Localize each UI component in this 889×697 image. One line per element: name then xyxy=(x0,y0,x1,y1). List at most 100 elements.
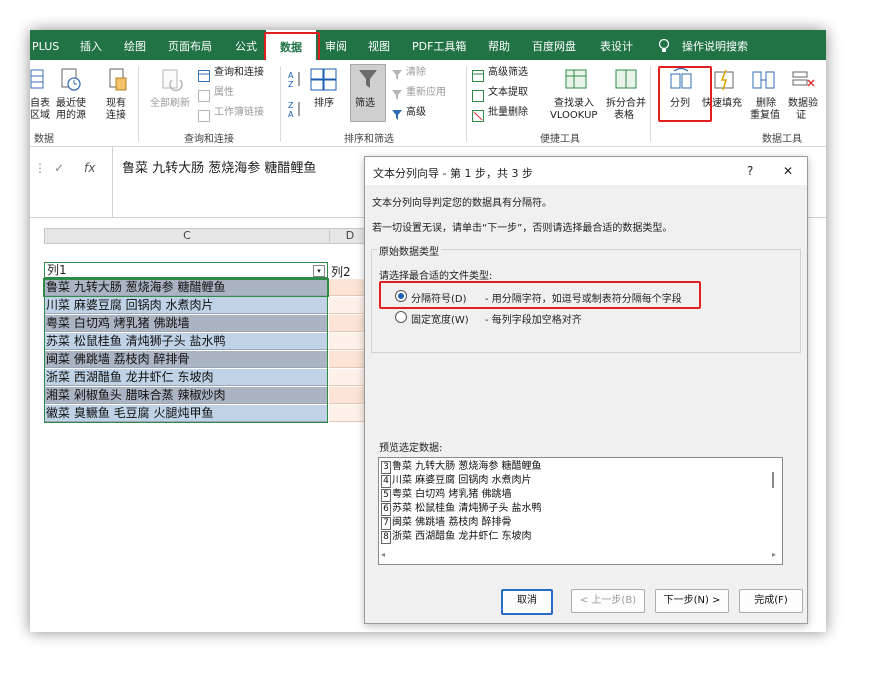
lightbulb-icon xyxy=(658,38,670,58)
cancel-entry-icon[interactable]: ⋮ xyxy=(34,161,46,175)
dialog-title: 文本分列向导 - 第 1 步，共 3 步 xyxy=(373,167,533,180)
recent-sources-label-2[interactable]: 用的源 xyxy=(56,110,86,122)
formula-bar-divider xyxy=(112,147,113,217)
tab-draw[interactable]: 绘图 xyxy=(124,30,146,60)
preview-line: 8 浙菜 西湖醋鱼 龙井虾仁 东坡肉 xyxy=(381,530,532,544)
confirm-check-icon[interactable]: ✓ xyxy=(54,161,64,175)
tab-pdf-toolbox[interactable]: PDF工具箱 xyxy=(412,30,466,60)
preview-line: 6 苏菜 松鼠桂鱼 清炖狮子头 盐水鸭 xyxy=(381,502,542,516)
fx-button[interactable]: fx xyxy=(84,161,95,175)
lookup-tool-label-2[interactable]: VLOOKUP xyxy=(550,110,597,122)
reapply-button[interactable]: 重新应用 xyxy=(406,87,446,99)
tab-insert[interactable]: 插入 xyxy=(80,30,102,60)
close-button[interactable]: ✕ xyxy=(783,164,793,178)
table-row[interactable]: 湘菜 剁椒鱼头 腊味合蒸 辣椒炒肉 xyxy=(44,387,328,404)
group-label: 原始数据类型 xyxy=(377,243,441,258)
queries-connections-button[interactable]: 查询和连接 xyxy=(214,67,264,79)
remove-duplicates-label-1[interactable]: 删除 xyxy=(756,98,776,110)
tab-view[interactable]: 视图 xyxy=(368,30,390,60)
tab-page-layout[interactable]: 页面布局 xyxy=(168,30,212,60)
horizontal-scrollbar[interactable]: ◂ ▸ xyxy=(381,550,776,562)
svg-text:Z: Z xyxy=(288,101,294,110)
filter-dropdown-icon[interactable]: ▾ xyxy=(313,265,325,277)
lookup-icon xyxy=(564,68,588,96)
text-extract-tool[interactable]: 文本提取 xyxy=(488,87,528,99)
preview-line: 3 鲁菜 九转大肠 葱烧海参 糖醋鲤鱼 xyxy=(381,460,542,474)
tell-me-search[interactable]: 操作说明搜索 xyxy=(682,30,748,60)
col2-cell[interactable] xyxy=(329,405,365,422)
col2-cell[interactable] xyxy=(329,351,365,368)
col2-cell[interactable] xyxy=(329,333,365,350)
back-button[interactable]: < 上一步(B) xyxy=(571,589,645,613)
workbook-links-button[interactable]: 工作簿链接 xyxy=(214,107,264,119)
ribbon-separator xyxy=(650,66,651,142)
preview-line-number: 6 xyxy=(381,503,391,516)
properties-icon xyxy=(198,87,210,106)
col2-cell[interactable] xyxy=(329,369,365,386)
formula-input[interactable]: 鲁菜 九转大肠 葱烧海参 糖醋鲤鱼 xyxy=(122,157,316,176)
preview-pane[interactable]: 3 鲁菜 九转大肠 葱烧海参 糖醋鲤鱼 4 川菜 麻婆豆腐 回锅肉 水煮肉片 5 粤菜… xyxy=(378,457,783,565)
delimited-option-highlight xyxy=(379,281,701,309)
table-row[interactable]: 闽菜 佛跳墙 荔枝肉 醉排骨 xyxy=(44,351,328,368)
split-button-highlight xyxy=(658,66,712,122)
table-row[interactable]: 鲁菜 九转大肠 葱烧海参 糖醋鲤鱼 xyxy=(43,278,329,297)
col2-cell[interactable] xyxy=(329,387,365,404)
column-header-c[interactable]: C xyxy=(44,228,330,244)
ribbon-separator xyxy=(138,66,139,142)
table-header-cell[interactable]: 列1 ▾ xyxy=(44,262,328,278)
refresh-all-button[interactable]: 全部刷新 xyxy=(150,98,190,110)
table-row[interactable]: 苏菜 松鼠桂鱼 清炖狮子头 盐水鸭 xyxy=(44,333,328,350)
filter-button[interactable]: 筛选 xyxy=(355,98,375,110)
from-table-label-1[interactable]: 自表 xyxy=(30,98,50,110)
split-merge-label-2[interactable]: 表格 xyxy=(614,110,634,122)
remove-duplicates-label-2[interactable]: 重复值 xyxy=(750,110,780,122)
split-merge-label-1[interactable]: 拆分合并 xyxy=(606,98,646,110)
dialog-intro-2: 若一切设置无误，请单击“下一步”，否则请选择最合适的数据类型。 xyxy=(372,223,673,234)
file-type-prompt: 请选择最合适的文件类型: xyxy=(379,271,493,282)
tab-baidu-pan[interactable]: 百度网盘 xyxy=(532,30,576,60)
finish-button[interactable]: 完成(F) xyxy=(739,589,803,613)
existing-connections-label-2[interactable]: 连接 xyxy=(106,110,126,122)
properties-button[interactable]: 属性 xyxy=(214,87,234,99)
advanced-filter-button[interactable]: 高级 xyxy=(406,107,426,119)
batch-delete-tool[interactable]: 批量删除 xyxy=(488,107,528,119)
tab-plus[interactable]: PLUS xyxy=(32,30,59,60)
advanced-filter-tool[interactable]: 高级筛选 xyxy=(488,67,528,79)
tab-review[interactable]: 审阅 xyxy=(325,30,347,60)
table-row[interactable]: 粤菜 白切鸡 烤乳猪 佛跳墙 xyxy=(44,315,328,332)
ribbon-separator xyxy=(466,66,467,142)
scroll-right-icon[interactable]: ▸ xyxy=(772,550,776,559)
advanced-filter-icon xyxy=(392,106,404,125)
data-validation-label-2[interactable]: 证 xyxy=(796,110,806,122)
sort-za-icon: ZA xyxy=(288,100,302,122)
from-table-label-2[interactable]: 区域 xyxy=(30,110,50,122)
recent-sources-label-1[interactable]: 最近使 xyxy=(56,98,86,110)
tab-table-design[interactable]: 表设计 xyxy=(600,30,633,60)
col2-cell[interactable] xyxy=(329,315,365,332)
preview-line-text: 苏菜 松鼠桂鱼 清炖狮子头 盐水鸭 xyxy=(392,503,542,514)
group-get-data: 数据 xyxy=(34,134,54,145)
preview-line-number: 7 xyxy=(381,517,391,530)
col2-cell[interactable] xyxy=(329,297,365,314)
next-button[interactable]: 下一步(N) > xyxy=(655,589,729,613)
tab-help[interactable]: 帮助 xyxy=(488,30,510,60)
lookup-tool-label-1[interactable]: 查找录入 xyxy=(554,98,594,110)
help-button[interactable]: ? xyxy=(747,164,753,178)
table-row[interactable]: 川菜 麻婆豆腐 回锅肉 水煮肉片 xyxy=(44,297,328,314)
batch-delete-icon xyxy=(472,107,484,126)
existing-connections-icon xyxy=(108,68,128,96)
table-row[interactable]: 浙菜 西湖醋鱼 龙井虾仁 东坡肉 xyxy=(44,369,328,386)
clear-filter-button[interactable]: 清除 xyxy=(406,67,426,79)
data-validation-label-1[interactable]: 数据验 xyxy=(788,98,818,110)
table-row[interactable]: 徽菜 臭鳜鱼 毛豆腐 火腿炖甲鱼 xyxy=(44,405,328,422)
existing-connections-label-1[interactable]: 现有 xyxy=(106,98,126,110)
scroll-left-icon[interactable]: ◂ xyxy=(381,550,385,559)
fixed-width-label[interactable]: 固定宽度(W) xyxy=(411,311,469,326)
cancel-button[interactable]: 取消 xyxy=(501,589,553,615)
vertical-scrollbar[interactable] xyxy=(772,472,774,488)
fixed-width-radio[interactable] xyxy=(395,311,407,323)
sort-button[interactable]: 排序 xyxy=(314,98,334,110)
tab-formulas[interactable]: 公式 xyxy=(235,30,257,60)
excel-window: PLUS 插入 绘图 页面布局 公式 数据 审阅 视图 PDF工具箱 帮助 百度… xyxy=(30,30,826,632)
col2-cell[interactable] xyxy=(329,279,365,296)
